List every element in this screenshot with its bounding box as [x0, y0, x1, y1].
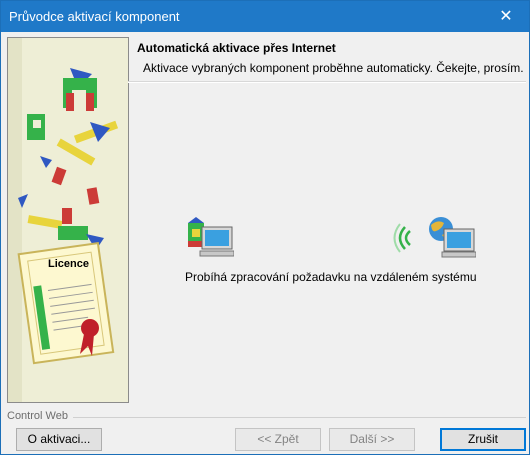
close-button[interactable]: ✕ — [483, 1, 529, 32]
header-divider — [128, 81, 526, 83]
license-label: Licence — [48, 258, 89, 270]
page-title: Automatická aktivace přes Internet — [137, 41, 336, 55]
title-bar: Průvodce aktivací komponent ✕ — [1, 1, 529, 32]
about-activation-button[interactable]: O aktivaci... — [16, 428, 102, 451]
local-computer-icon — [186, 215, 235, 259]
cancel-button[interactable]: Zrušit — [440, 428, 526, 451]
window-title: Průvodce aktivací komponent — [9, 9, 180, 24]
status-message: Probíhá zpracování požadavku na vzdálené… — [185, 270, 477, 284]
remote-server-icon — [426, 215, 477, 259]
back-button[interactable]: << Zpět — [235, 428, 321, 451]
footer-divider — [73, 417, 526, 418]
wizard-side-image: Licence — [7, 37, 129, 403]
license-illustration-icon: Licence — [8, 38, 128, 402]
signal-waves-icon — [391, 223, 415, 253]
wizard-window: Průvodce aktivací komponent ✕ Licence Au… — [0, 0, 530, 455]
brand-label: Control Web — [7, 410, 68, 422]
page-subtitle: Aktivace vybraných komponent proběhne au… — [143, 61, 524, 75]
next-button[interactable]: Další >> — [329, 428, 415, 451]
